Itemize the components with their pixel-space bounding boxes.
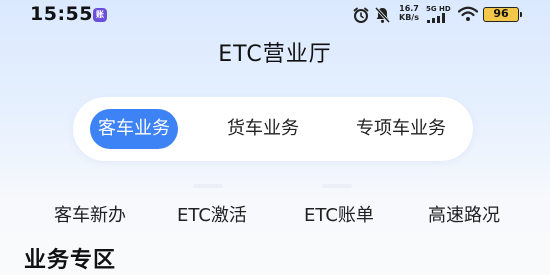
shortcut-etc-bill[interactable]: ETC账单 — [293, 201, 385, 227]
app-notification-icon: 账 — [93, 8, 107, 22]
wifi-icon — [458, 6, 478, 21]
network-speed: 16.7 KB/s — [396, 4, 422, 22]
cellular-signal-icon — [427, 13, 445, 23]
shortcut-icon-shadow — [193, 184, 223, 188]
business-tabs: 客车业务 货车业务 专项车业务 — [73, 97, 473, 161]
tab-special-vehicle[interactable]: 专项车业务 — [345, 109, 457, 149]
bell-off-icon — [374, 6, 391, 24]
status-time: 15:55 — [30, 3, 93, 25]
shortcut-highway-traffic[interactable]: 高速路况 — [418, 201, 510, 227]
network-speed-value: 16.7 — [399, 4, 419, 13]
alarm-icon — [353, 7, 369, 23]
section-title: 业务专区 — [24, 248, 117, 273]
shortcut-icon-shadow — [322, 184, 352, 188]
shortcut-new-passenger-car[interactable]: 客车新办 — [43, 201, 137, 227]
status-bar: 15:55 账 16.7 KB/s 5G HD 96 — [0, 0, 550, 30]
battery-indicator: 96 — [483, 7, 522, 22]
signal-type-label: 5G HD — [426, 5, 451, 13]
network-speed-unit: KB/s — [399, 13, 419, 22]
tab-truck[interactable]: 货车业务 — [213, 109, 313, 149]
page-title: ETC营业厅 — [218, 42, 332, 67]
shortcut-etc-activate[interactable]: ETC激活 — [166, 201, 258, 227]
tab-passenger-car[interactable]: 客车业务 — [90, 109, 178, 149]
